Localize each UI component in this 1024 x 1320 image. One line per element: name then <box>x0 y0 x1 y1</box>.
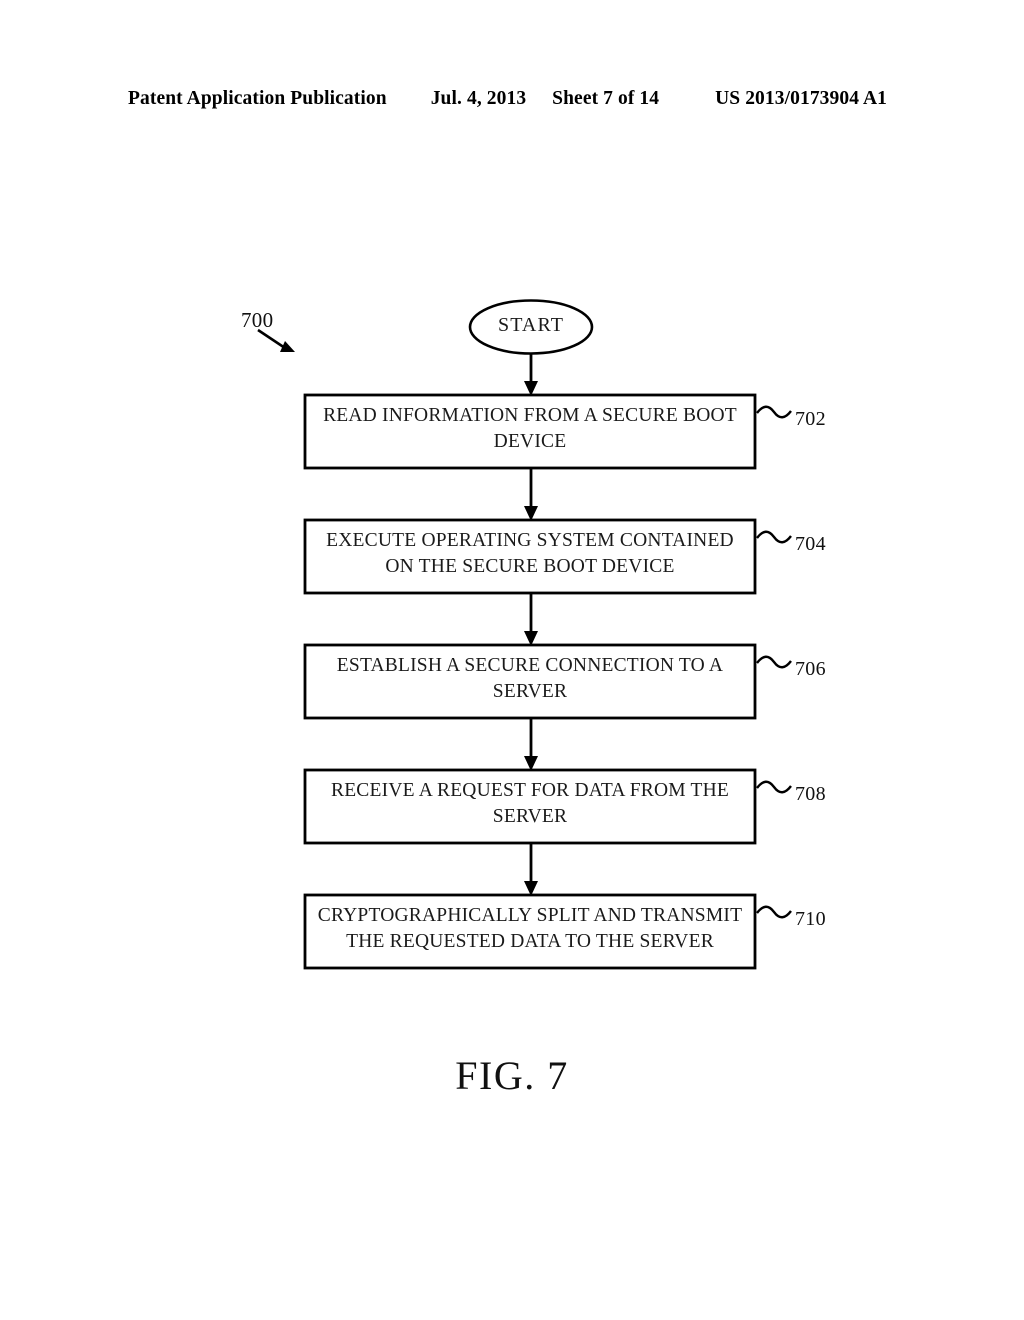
connector-706-to-708 <box>524 718 538 771</box>
process-box-704 <box>303 518 757 595</box>
connector-start-to-702 <box>524 354 538 396</box>
process-box-710 <box>303 893 757 970</box>
reference-number-700: 700 <box>241 308 274 332</box>
process-box-708 <box>303 768 757 845</box>
start-terminator-label: START <box>497 314 565 336</box>
connector-702-to-704 <box>524 468 538 521</box>
reference-number-708: 708 <box>795 783 826 805</box>
flowchart-figure: 700 START READ INFORMATION FROM A SECURE… <box>0 0 1024 1320</box>
process-box-702 <box>303 393 757 470</box>
flowchart-svg <box>257 299 792 970</box>
reference-700-leader <box>257 328 295 352</box>
reference-number-702: 702 <box>795 408 826 430</box>
reference-number-706: 706 <box>795 658 826 680</box>
reference-number-704: 704 <box>795 533 826 555</box>
connector-708-to-710 <box>524 843 538 896</box>
reference-squiggle-706 <box>756 655 792 669</box>
reference-squiggle-708 <box>756 780 792 794</box>
reference-number-710: 710 <box>795 908 826 930</box>
reference-squiggle-710 <box>756 905 792 919</box>
figure-caption: FIG. 7 <box>455 1053 569 1098</box>
reference-squiggle-702 <box>756 405 792 419</box>
process-box-706 <box>303 643 757 720</box>
connector-704-to-706 <box>524 593 538 646</box>
reference-squiggle-704 <box>756 530 792 544</box>
